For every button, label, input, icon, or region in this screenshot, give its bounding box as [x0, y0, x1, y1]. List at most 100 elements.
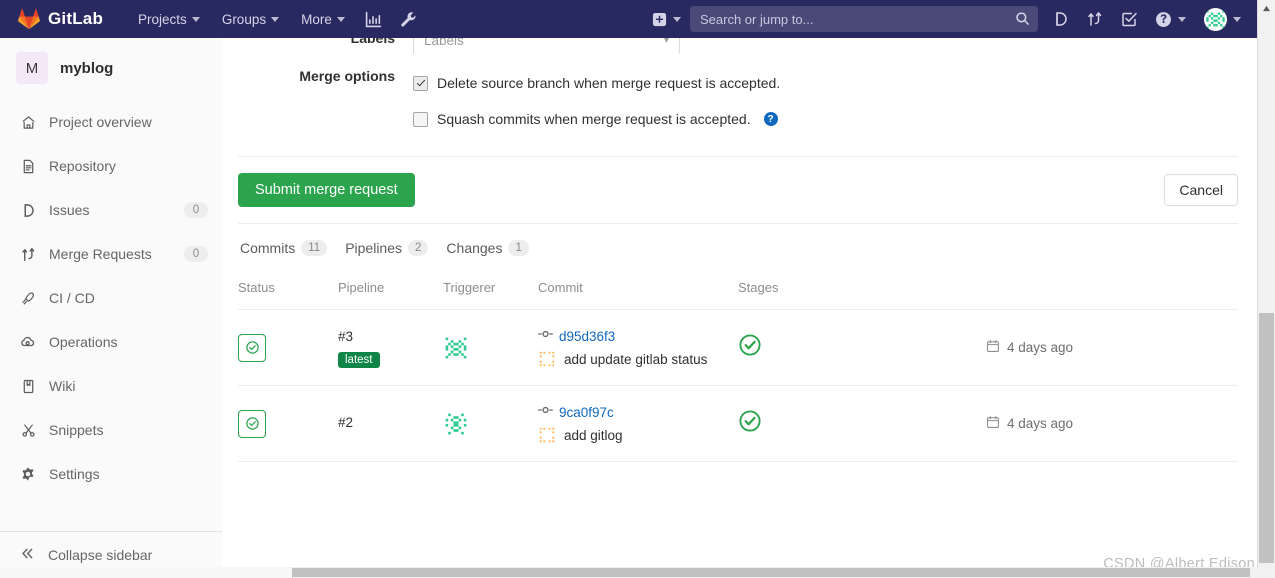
gitlab-page: GitLab Projects Groups More Search or ju… [0, 0, 1275, 578]
project-sidebar: M myblog Project overview Repository Iss… [0, 38, 223, 578]
option-label: Squash commits when merge request is acc… [437, 111, 751, 127]
tab-count: 1 [508, 240, 529, 256]
project-avatar: M [16, 52, 48, 84]
labels-field-label: Labels [350, 38, 395, 46]
squash-commits-checkbox[interactable] [413, 111, 428, 127]
option-squash-commits[interactable]: Squash commits when merge request is acc… [413, 104, 780, 134]
sidebar-nav-list: Project overview Repository Issues 0 Mer… [0, 98, 222, 531]
cell-commit: 9ca0f97c add gitlog [538, 385, 738, 462]
sidebar-item-wiki[interactable]: Wiki [0, 364, 222, 408]
todos-checkbox-icon[interactable] [1112, 0, 1146, 38]
submit-merge-request-button[interactable]: Submit merge request [238, 173, 415, 207]
cell-commit: d95d36f3 add update gitlab status [538, 309, 738, 386]
pipeline-timestamp: 4 days ago [938, 339, 1238, 356]
horizontal-scrollbar-track[interactable] [0, 567, 293, 578]
chevron-double-left-icon [20, 546, 35, 564]
sidebar-item-merge-requests[interactable]: Merge Requests 0 [0, 232, 222, 276]
sidebar-item-label: Operations [49, 334, 118, 350]
commit-title-line: add update gitlab status [538, 350, 738, 368]
vertical-scrollbar-thumb[interactable] [1259, 313, 1274, 563]
tab-pipelines[interactable]: Pipelines 2 [345, 240, 429, 260]
tab-label: Pipelines [345, 240, 403, 256]
column-header-triggerer: Triggerer [443, 274, 538, 310]
scrollbar-corner [1258, 567, 1275, 578]
nav-link-groups-label: Groups [221, 11, 267, 27]
help-question-icon[interactable]: ? [763, 112, 778, 126]
issues-icon[interactable] [1044, 0, 1078, 38]
sidebar-item-label: CI / CD [49, 290, 95, 306]
table-row[interactable]: #3 latest d95d36f3 add update gitlab sta… [238, 309, 1238, 386]
table-row[interactable]: #2 9ca0f97c add gitlog 4 days ago [238, 385, 1238, 462]
horizontal-scrollbar-thumb[interactable] [292, 568, 1250, 577]
sidebar-item-operations[interactable]: Operations [0, 320, 222, 364]
sidebar-item-ci-cd[interactable]: CI / CD [0, 276, 222, 320]
scroll-up-arrow-icon[interactable] [1258, 0, 1275, 17]
analytics-chart-icon[interactable] [356, 0, 391, 38]
create-new-plus-icon[interactable] [643, 0, 690, 38]
wrench-icon[interactable] [391, 0, 426, 38]
gitlab-tanuki-logo-icon [18, 8, 40, 30]
tab-count: 11 [301, 240, 328, 256]
status-passed-icon[interactable] [238, 333, 266, 362]
pipeline-id[interactable]: #3 [338, 327, 443, 347]
chevron-down-icon [1178, 16, 1186, 22]
tab-count: 2 [408, 240, 429, 256]
status-passed-icon[interactable] [238, 409, 266, 438]
search-input[interactable] [690, 6, 1038, 32]
gitlab-home-link[interactable]: GitLab [0, 8, 113, 30]
cancel-button[interactable]: Cancel [1164, 174, 1238, 206]
merge-requests-icon[interactable] [1078, 0, 1112, 38]
stage-passed-icon[interactable] [738, 410, 762, 437]
calendar-icon [986, 415, 1000, 432]
commit-author-avatar[interactable] [538, 350, 556, 368]
issues-icon [20, 202, 36, 218]
labels-select[interactable]: Labels ▾ [413, 38, 680, 54]
cell-triggerer [443, 309, 538, 386]
nav-link-groups[interactable]: Groups [211, 0, 290, 38]
commit-author-avatar[interactable] [538, 426, 556, 444]
commit-node-icon [538, 327, 553, 345]
nav-link-projects[interactable]: Projects [127, 0, 211, 38]
column-header-timestamp [938, 274, 1238, 310]
triggerer-avatar[interactable] [443, 334, 469, 361]
mr-detail-tabs: Commits 11 Pipelines 2 Changes 1 [240, 240, 1240, 260]
vertical-scrollbar[interactable] [1257, 0, 1275, 578]
commit-sha-link[interactable]: d95d36f3 [559, 329, 615, 344]
timestamp-text: 4 days ago [1007, 340, 1074, 355]
stage-passed-icon[interactable] [738, 334, 762, 361]
timestamp-text: 4 days ago [1007, 416, 1074, 431]
gitlab-brand-text: GitLab [48, 9, 104, 28]
commit-title[interactable]: add gitlog [564, 428, 623, 443]
sidebar-item-issues[interactable]: Issues 0 [0, 188, 222, 232]
sidebar-item-label: Issues [49, 202, 90, 218]
option-delete-source-branch[interactable]: Delete source branch when merge request … [413, 68, 780, 98]
sidebar-item-label: Snippets [49, 422, 104, 438]
user-menu-button[interactable] [1195, 0, 1250, 38]
sidebar-item-project-overview[interactable]: Project overview [0, 100, 222, 144]
commit-title[interactable]: add update gitlab status [564, 352, 707, 367]
help-question-icon[interactable] [1146, 0, 1195, 38]
sidebar-item-label: Settings [49, 466, 100, 482]
sidebar-item-repository[interactable]: Repository [0, 144, 222, 188]
tab-commits[interactable]: Commits 11 [240, 240, 328, 260]
delete-source-branch-checkbox[interactable] [413, 75, 428, 91]
pipeline-id[interactable]: #2 [338, 413, 443, 433]
commit-sha-link[interactable]: 9ca0f97c [559, 405, 614, 420]
sidebar-badge-issues: 0 [184, 202, 208, 218]
cell-triggerer [443, 385, 538, 462]
sidebar-project-header[interactable]: M myblog [0, 38, 222, 98]
column-header-status: Status [238, 274, 338, 310]
triggerer-avatar[interactable] [443, 410, 469, 437]
horizontal-scrollbar[interactable] [0, 567, 1258, 578]
tab-changes[interactable]: Changes 1 [446, 240, 529, 260]
scissors-icon [20, 422, 36, 438]
nav-link-more[interactable]: More [290, 0, 356, 38]
sidebar-item-snippets[interactable]: Snippets [0, 408, 222, 452]
latest-badge: latest [338, 352, 380, 369]
commit-sha-line: d95d36f3 [538, 327, 738, 345]
commit-sha-line: 9ca0f97c [538, 403, 738, 421]
sidebar-item-settings[interactable]: Settings [0, 452, 222, 496]
chevron-down-icon [191, 16, 200, 22]
navbar-primary-links: Projects Groups More [127, 0, 426, 38]
pipelines-table: Status Pipeline Triggerer Commit Stages [238, 274, 1238, 462]
